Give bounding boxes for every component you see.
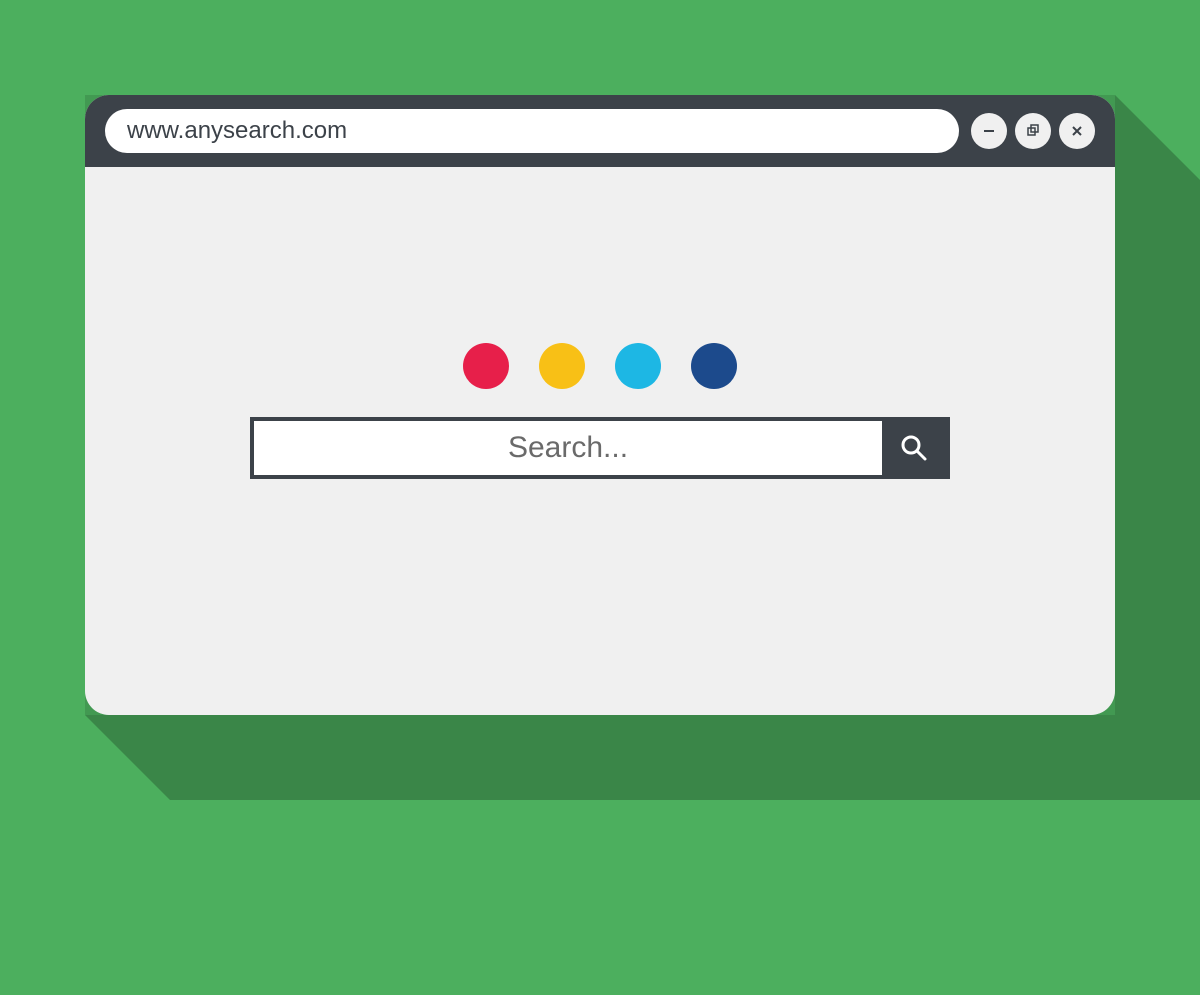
- search-box: [250, 417, 950, 479]
- browser-titlebar: [85, 95, 1115, 167]
- search-input[interactable]: [254, 421, 882, 475]
- minimize-icon: [981, 123, 997, 139]
- close-icon: [1069, 123, 1085, 139]
- logo-dot-navy: [691, 343, 737, 389]
- address-bar[interactable]: [105, 109, 959, 153]
- search-icon: [898, 432, 930, 464]
- search-engine-logo: [463, 343, 737, 389]
- close-button[interactable]: [1059, 113, 1095, 149]
- maximize-icon: [1025, 123, 1041, 139]
- logo-dot-yellow: [539, 343, 585, 389]
- maximize-button[interactable]: [1015, 113, 1051, 149]
- minimize-button[interactable]: [971, 113, 1007, 149]
- page-content: [85, 167, 1115, 715]
- search-button[interactable]: [882, 421, 946, 475]
- browser-window: [85, 95, 1115, 715]
- window-controls: [971, 113, 1095, 149]
- logo-dot-red: [463, 343, 509, 389]
- logo-dot-blue: [615, 343, 661, 389]
